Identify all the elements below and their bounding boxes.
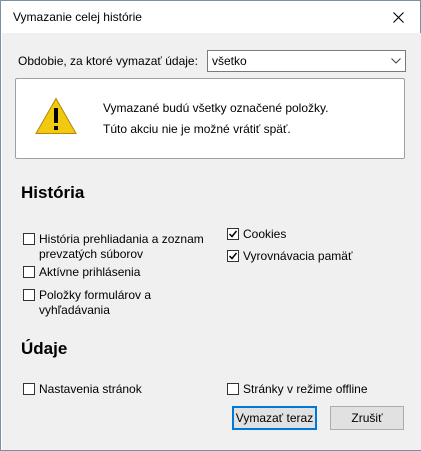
checkbox-box[interactable] — [23, 266, 35, 278]
checkbox-active-logins[interactable]: Aktívne prihlásenia — [23, 265, 140, 280]
checkbox-box[interactable] — [23, 233, 35, 245]
close-button[interactable] — [382, 5, 414, 29]
titlebar: Vymazanie celej histórie — [1, 1, 420, 33]
checkbox-label: Nastavenia stránok — [39, 382, 142, 396]
checkbox-browsing-history[interactable]: História prehliadania a zoznam prevzatých… — [23, 232, 204, 262]
checkbox-label: Položky formulárov a vyhľadávania — [39, 288, 152, 317]
window-title: Vymazanie celej histórie — [13, 10, 142, 24]
close-icon — [392, 11, 404, 23]
period-select-value: všetko — [212, 54, 247, 68]
checkbox-box[interactable] — [227, 383, 239, 395]
period-select[interactable]: všetko — [207, 50, 406, 72]
checkmark-icon — [228, 252, 238, 260]
period-label: Obdobie, za ktoré vymazať údaje: — [18, 54, 198, 68]
checkbox-offline-sites[interactable]: Stránky v režime offline — [227, 382, 368, 397]
checkmark-icon — [228, 230, 238, 238]
warning-text-line2: Túto akciu nie je možné vrátiť späť. — [103, 122, 291, 136]
data-heading: Údaje — [21, 339, 68, 358]
checkbox-cache[interactable]: Vyrovnávacia pamäť — [227, 249, 352, 264]
checkbox-form-history[interactable]: Položky formulárov a vyhľadávania — [23, 288, 151, 318]
cancel-button[interactable]: Zrušiť — [330, 406, 404, 430]
dialog-body: Obdobie, za ktoré vymazať údaje: všetko … — [2, 33, 421, 450]
warning-text-line1: Vymazané budú všetky označené položky. — [103, 101, 329, 115]
checkbox-label: Cookies — [243, 227, 287, 241]
clear-history-dialog: Vymazanie celej histórie Obdobie, za kto… — [0, 0, 421, 451]
checkbox-cookies[interactable]: Cookies — [227, 227, 286, 242]
checkbox-box[interactable] — [227, 250, 239, 262]
warning-icon — [35, 97, 77, 134]
checkbox-label: História prehliadania a zoznam prevzatých… — [39, 232, 204, 261]
chevron-down-icon — [387, 51, 405, 71]
checkbox-box[interactable] — [227, 228, 239, 240]
warning-box: Vymazané budú všetky označené položky. T… — [15, 78, 405, 159]
checkbox-label: Aktívne prihlásenia — [39, 265, 141, 279]
history-heading: História — [21, 183, 85, 202]
checkbox-label: Vyrovnávacia pamäť — [243, 249, 353, 263]
checkbox-box[interactable] — [23, 289, 35, 301]
clear-now-button[interactable]: Vymazať teraz — [232, 406, 317, 430]
checkbox-site-settings[interactable]: Nastavenia stránok — [23, 382, 142, 397]
checkbox-box[interactable] — [23, 383, 35, 395]
checkbox-label: Stránky v režime offline — [243, 382, 368, 396]
